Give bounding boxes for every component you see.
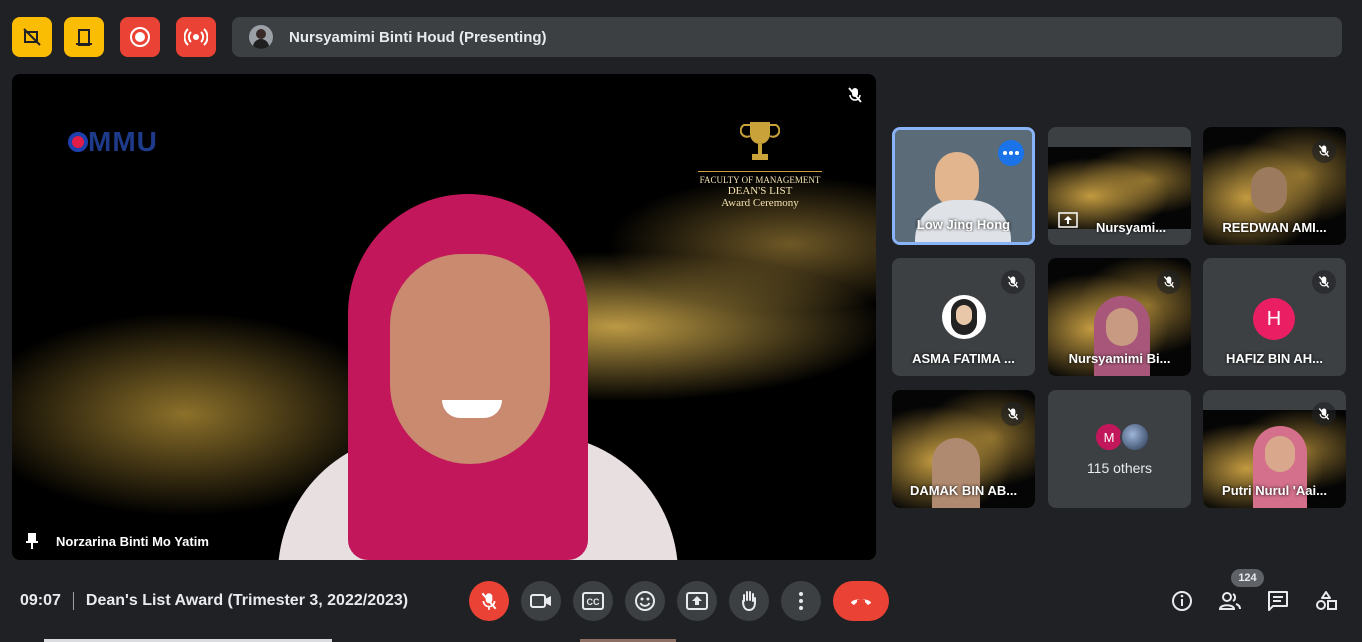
main-mic-off-indicator [846, 86, 864, 109]
participant-tile-putri[interactable]: Putri Nurul 'Aai... [1203, 390, 1346, 508]
participant-face [1265, 436, 1295, 472]
presenting-label: Nursyamimi Binti Houd (Presenting) [289, 28, 547, 46]
participant-face [1106, 308, 1138, 346]
participant-initial-avatar: H [1253, 298, 1295, 340]
activities-button[interactable] [1313, 588, 1339, 614]
mmu-logo: MMU [68, 126, 158, 158]
participant-tile-nursyamimi[interactable]: Nursyamimi Bi... [1048, 258, 1191, 376]
logo-text: MMU [88, 126, 158, 157]
mic-off-icon [1007, 408, 1019, 420]
logo-mark-icon [68, 132, 88, 152]
meeting-time: 09:07 [20, 592, 61, 609]
presenting-banner[interactable]: Nursyamimi Binti Houd (Presenting) [232, 17, 1342, 57]
present-screen-icon [1058, 212, 1078, 228]
captions-button[interactable]: CC [573, 581, 613, 621]
slide-title-block: FACULTY OF MANAGEMENT DEAN'S LIST Award … [698, 120, 822, 209]
broadcast-icon [184, 28, 208, 46]
no-video-indicator-button[interactable] [12, 17, 52, 57]
chat-icon [1268, 591, 1288, 611]
mic-off-icon [1007, 276, 1019, 288]
raise-hand-button[interactable] [729, 581, 769, 621]
mic-off-indicator [1312, 270, 1336, 294]
pin-icon [26, 533, 38, 549]
hang-up-icon [851, 599, 871, 605]
mic-off-indicator [1001, 402, 1025, 426]
leave-call-button[interactable] [833, 581, 889, 621]
present-icon [686, 592, 708, 610]
main-speaker-name: Norzarina Binti Mo Yatim [56, 533, 209, 549]
participant-name: HAFIZ BIN AH... [1225, 351, 1323, 366]
mic-off-indicator [1157, 270, 1181, 294]
participant-name: Nursyami... [1096, 220, 1167, 235]
slide-line-1: FACULTY OF MANAGEMENT [698, 171, 822, 185]
speaker-video [258, 184, 698, 560]
mic-off-icon [848, 87, 862, 103]
more-horiz-icon [1003, 151, 1019, 155]
participant-name: DAMAK BIN AB... [909, 483, 1018, 498]
trophy-icon [739, 122, 781, 160]
mic-off-indicator [1001, 270, 1025, 294]
mic-off-indicator [1312, 402, 1336, 426]
participant-head [1251, 167, 1287, 213]
participant-tile-asma-fatima[interactable]: ASMA FATIMA ... [892, 258, 1035, 376]
slide-line-2: DEAN'S LIST [727, 185, 793, 197]
participant-name: Putri Nurul 'Aai... [1222, 483, 1327, 498]
mic-off-icon [1318, 276, 1330, 288]
more-icon [799, 592, 803, 610]
participant-tile-low-jing-hong[interactable]: Low Jing Hong [892, 127, 1035, 245]
participant-count-badge: 124 [1231, 569, 1264, 587]
more-options-button[interactable] [781, 581, 821, 621]
mic-off-icon [1318, 408, 1330, 420]
participant-name: Low Jing Hong [916, 217, 1011, 232]
meeting-title: Dean's List Award (Trimester 3, 2022/202… [85, 592, 409, 609]
avatar-initial: H [1266, 307, 1282, 330]
camera-icon [530, 594, 551, 608]
others-avatar-stack: M [1094, 422, 1150, 452]
no-video-icon [23, 28, 41, 46]
others-count-label: 115 others [1086, 460, 1153, 476]
slide-line-3: Award Ceremony [721, 197, 799, 209]
reactions-button[interactable] [625, 581, 665, 621]
participant-tile-nursyami-presenting[interactable]: Nursyami... [1048, 127, 1191, 245]
mic-off-icon [481, 592, 497, 610]
host-controls-button[interactable] [64, 17, 104, 57]
participant-tile-hafiz[interactable]: H HAFIZ BIN AH... [1203, 258, 1346, 376]
presentation-indicator [1058, 212, 1078, 233]
meeting-details: 09:07 Dean's List Award (Trimester 3, 20… [20, 592, 408, 610]
participant-name: REEDWAN AMI... [1222, 220, 1327, 235]
activities-icon [1316, 591, 1337, 610]
recording-indicator-button[interactable] [120, 17, 160, 57]
record-icon [130, 27, 150, 47]
live-stream-indicator-button[interactable] [176, 17, 216, 57]
participant-avatar [942, 295, 986, 339]
main-speaker-tile[interactable]: MMU FACULTY OF MANAGEMENT DEAN'S LIST Aw… [12, 74, 876, 560]
door-icon [76, 29, 92, 46]
chat-button[interactable] [1265, 588, 1291, 614]
avatar-initial: M [1103, 429, 1115, 445]
svg-text:CC: CC [587, 597, 600, 607]
present-now-button[interactable] [677, 581, 717, 621]
people-icon [1218, 592, 1241, 610]
participant-tile-damak[interactable]: DAMAK BIN AB... [892, 390, 1035, 508]
divider [72, 592, 74, 610]
main-name-label: Norzarina Binti Mo Yatim [24, 532, 209, 550]
more-options-button[interactable] [998, 140, 1024, 166]
participant-name: ASMA FATIMA ... [912, 351, 1015, 366]
mic-off-indicator [1312, 139, 1336, 163]
participant-name: Nursyamimi Bi... [1068, 351, 1171, 366]
meeting-details-button[interactable] [1169, 588, 1195, 614]
emoji-icon [635, 591, 655, 611]
raise-hand-icon [742, 591, 756, 612]
mic-off-icon [1318, 145, 1330, 157]
microphone-toggle-button[interactable] [469, 581, 509, 621]
mic-off-icon [1163, 276, 1175, 288]
camera-toggle-button[interactable] [521, 581, 561, 621]
captions-icon: CC [582, 592, 604, 610]
info-icon [1172, 591, 1192, 611]
presenter-avatar [249, 25, 273, 49]
participant-tile-others[interactable]: M 115 others [1048, 390, 1191, 508]
others-avatar-photo [1120, 422, 1150, 452]
people-button[interactable] [1217, 588, 1243, 614]
participant-tile-reedwan[interactable]: REEDWAN AMI... [1203, 127, 1346, 245]
